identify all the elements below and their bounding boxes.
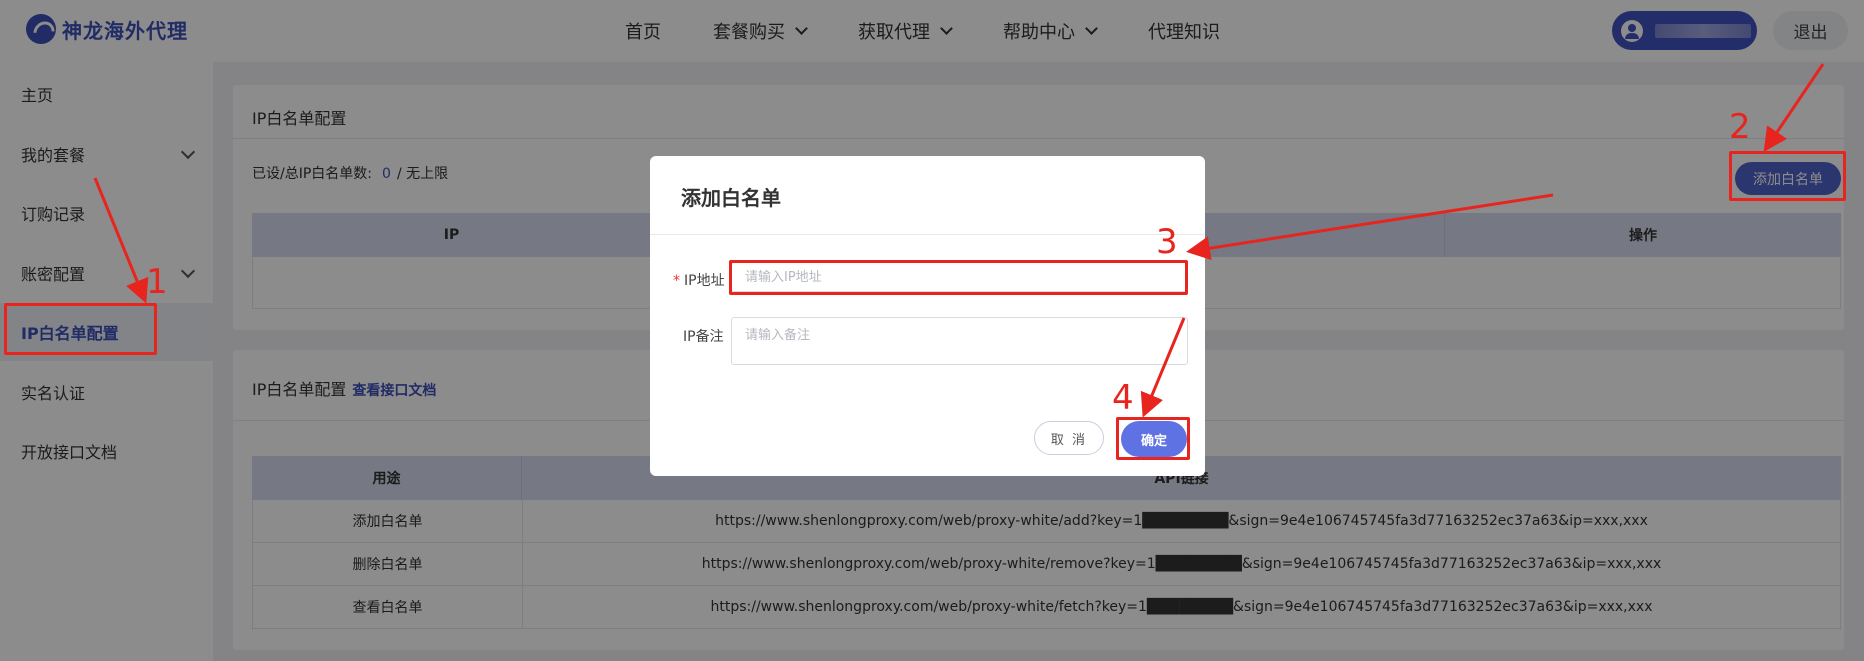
ip-note-label: IP备注	[683, 329, 724, 345]
annotation-box-4	[1116, 417, 1190, 460]
annotation-number-2: 2	[1729, 107, 1751, 147]
divider	[650, 234, 1205, 235]
annotation-box-2	[1729, 151, 1846, 201]
annotation-number-4: 4	[1112, 378, 1134, 418]
annotation-box-3	[729, 260, 1188, 295]
cancel-button[interactable]: 取 消	[1034, 421, 1104, 455]
ip-note-input[interactable]	[731, 317, 1188, 365]
required-mark: *	[673, 273, 680, 289]
ip-label-text: IP地址	[684, 273, 725, 289]
annotation-number-1: 1	[146, 262, 168, 302]
ip-address-label: * IP地址	[673, 270, 725, 290]
annotation-box-1	[4, 303, 157, 355]
dialog-title: 添加白名单	[681, 186, 781, 210]
annotation-number-3: 3	[1156, 222, 1178, 262]
